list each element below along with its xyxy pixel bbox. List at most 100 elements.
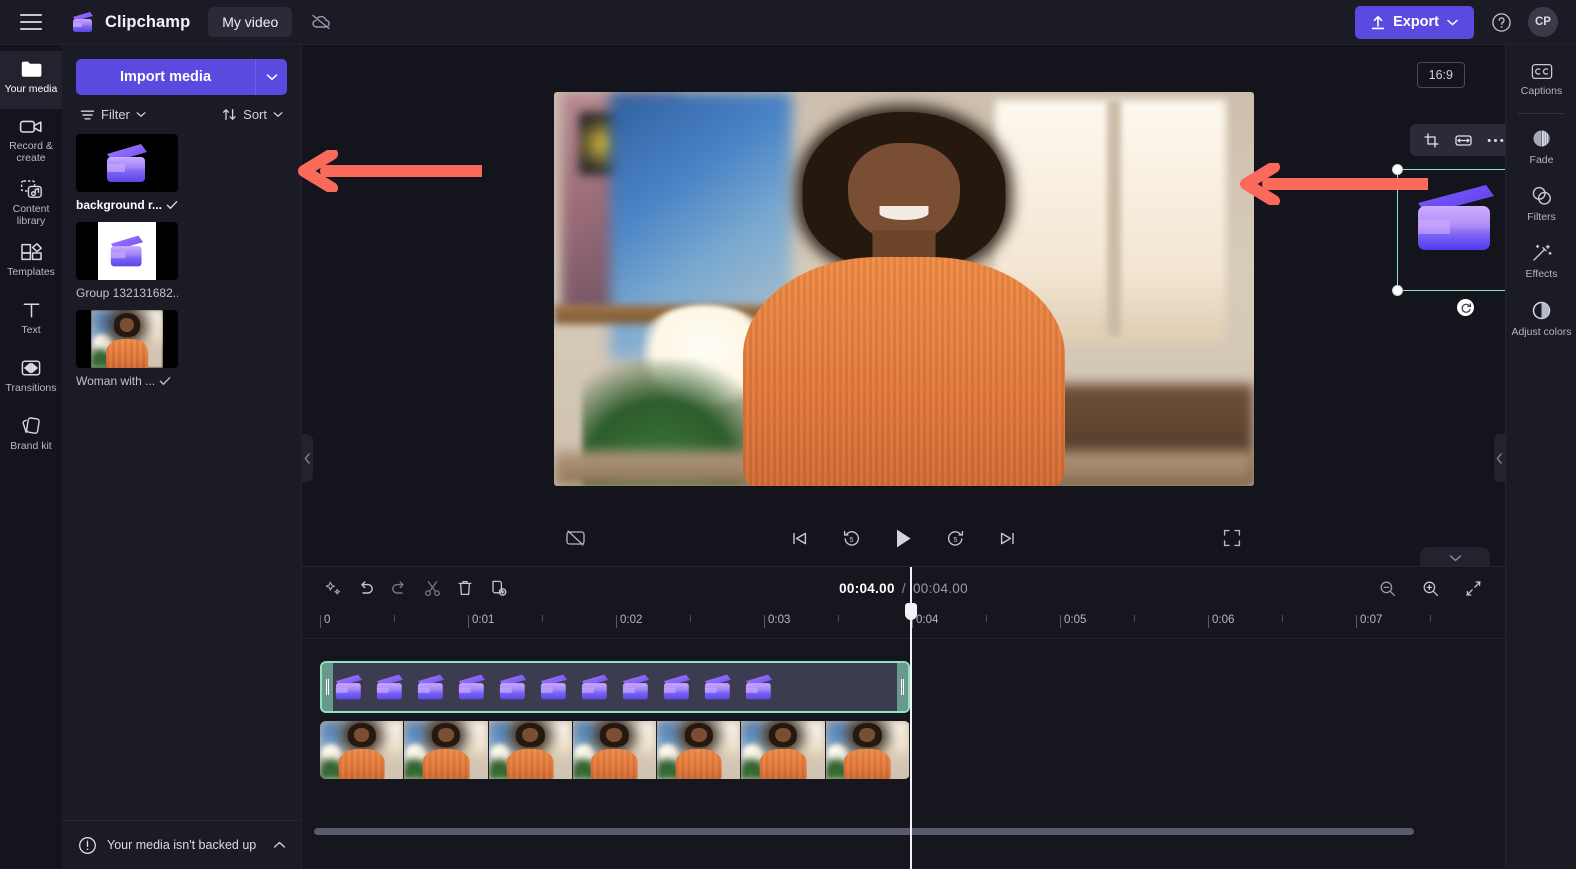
zoom-out-button[interactable] (1372, 573, 1402, 603)
rail-item-label: Captions (1520, 85, 1563, 97)
top-bar: Clipchamp My video Export CP (0, 0, 1576, 45)
help-circle-icon[interactable] (1488, 9, 1514, 35)
brand-name: Clipchamp (105, 12, 191, 31)
export-label: Export (1393, 14, 1439, 30)
timeline-toolbar: 00:04.00 / 00:04.00 (302, 567, 1505, 609)
chevron-down-icon (1447, 19, 1458, 26)
sidebar-item-templates[interactable]: Templates (0, 234, 62, 292)
table-row[interactable] (320, 721, 910, 779)
resize-handle-bottom-left[interactable] (1392, 285, 1403, 296)
trim-handle-left[interactable] (322, 663, 333, 711)
rail-divider (1518, 113, 1564, 114)
media-item-name: background r... (76, 198, 162, 212)
sidebar-item-label: Your media (4, 83, 58, 95)
text-icon (21, 300, 42, 320)
import-media-button[interactable]: Import media (76, 59, 255, 95)
fullscreen-button[interactable] (1217, 523, 1247, 553)
sidebar-item-label: Record & create (9, 140, 53, 164)
media-item-group[interactable]: Group 132131682... (76, 222, 178, 300)
rail-item-filters[interactable]: Filters (1506, 176, 1576, 233)
rail-item-adjust-colors[interactable]: Adjust colors (1506, 290, 1576, 348)
filter-button[interactable]: Filter (80, 107, 146, 122)
trim-handle-right[interactable] (897, 663, 908, 711)
clip-thumbnail (701, 672, 735, 702)
clip-thumbnail-strip (322, 663, 908, 711)
media-item-background[interactable]: background r... (76, 134, 178, 212)
zoom-in-icon (1422, 580, 1439, 597)
duplicate-button[interactable] (483, 573, 513, 603)
clip-thumbnail (572, 721, 658, 779)
avatar[interactable]: CP (1528, 7, 1558, 37)
brand: Clipchamp (70, 11, 190, 33)
undo-button[interactable] (351, 573, 381, 603)
clip-thumbnail (320, 721, 405, 779)
ruler-label: 0:02 (620, 614, 643, 626)
skip-to-start-button[interactable] (785, 523, 815, 553)
chevron-up-icon[interactable] (273, 841, 286, 849)
media-thumbnail-grid: background r... Group 132131682... Woman… (62, 130, 301, 392)
timeline-horizontal-scrollbar[interactable] (314, 828, 1414, 835)
timeline-ruler[interactable]: 0 0:01 0:02 0:03 0:04 0:05 0:06 0:07 (302, 609, 1505, 639)
clip-thumbnail (619, 672, 653, 702)
zoom-in-button[interactable] (1415, 573, 1445, 603)
rail-item-captions[interactable]: Captions (1506, 53, 1576, 107)
delete-button[interactable] (450, 573, 480, 603)
rail-item-effects[interactable]: Effects (1506, 233, 1576, 290)
cloud-off-icon[interactable] (306, 7, 336, 37)
split-button[interactable] (417, 573, 447, 603)
arrow-to-media-item (296, 150, 482, 192)
rail-item-fade[interactable]: Fade (1506, 118, 1576, 176)
chevron-down-icon (266, 73, 278, 81)
fade-icon (1531, 128, 1552, 149)
sort-button[interactable]: Sort (222, 107, 283, 122)
clip-thumbnail (742, 672, 776, 702)
backup-notice[interactable]: Your media isn't backed up (62, 820, 302, 869)
skip-to-end-button[interactable] (993, 523, 1023, 553)
hamburger-menu-icon[interactable] (20, 14, 42, 30)
sidebar-item-label: Content library (12, 203, 50, 227)
timecode-display: 00:04.00 / 00:04.00 (839, 581, 968, 596)
sidebar-item-record-create[interactable]: Record & create (0, 109, 62, 171)
media-thumbnail[interactable] (76, 134, 178, 192)
project-title-field[interactable]: My video (208, 7, 293, 37)
table-row[interactable] (320, 661, 910, 713)
media-thumbnail[interactable] (76, 222, 178, 280)
chevron-down-icon (136, 111, 146, 118)
right-properties-rail: Captions Fade Filters Effects Adjust col… (1505, 45, 1576, 869)
fit-timeline-button[interactable] (1458, 573, 1488, 603)
aspect-ratio-button[interactable]: 16:9 (1416, 62, 1465, 88)
crop-button[interactable] (1418, 128, 1444, 152)
forward-5s-button[interactable]: 5 (941, 523, 971, 553)
scissors-icon (424, 580, 441, 597)
fit-button[interactable] (1450, 128, 1476, 152)
redo-button[interactable] (384, 573, 414, 603)
clip-thumbnail (455, 672, 489, 702)
clip-thumbnail (488, 721, 573, 779)
sidebar-item-your-media[interactable]: Your media (0, 51, 62, 109)
library-icon (20, 179, 43, 199)
captions-toggle-button[interactable] (560, 523, 590, 553)
auto-compose-button[interactable] (318, 573, 348, 603)
filters-icon (1531, 186, 1553, 206)
timeline-zoom-controls (1372, 573, 1491, 603)
collapse-right-panel-button[interactable] (1494, 434, 1505, 482)
svg-text:5: 5 (850, 537, 854, 544)
sidebar-item-label: Templates (7, 266, 55, 278)
rotate-handle-icon[interactable] (1457, 299, 1474, 316)
sidebar-item-content-library[interactable]: Content library (0, 171, 62, 234)
undo-icon (357, 580, 375, 596)
playback-bar: 5 5 (302, 513, 1505, 563)
collapse-left-panel-button[interactable] (302, 434, 313, 482)
sidebar-item-brand-kit[interactable]: Brand kit (0, 408, 62, 466)
ruler-label: 0:04 (916, 614, 939, 626)
media-thumbnail[interactable] (76, 310, 178, 368)
import-media-dropdown-button[interactable] (255, 59, 287, 95)
video-preview[interactable] (554, 92, 1254, 486)
export-button[interactable]: Export (1355, 5, 1474, 39)
sidebar-item-text[interactable]: Text (0, 292, 62, 350)
play-button[interactable] (889, 523, 919, 553)
rewind-5-icon: 5 (842, 529, 861, 548)
rewind-5s-button[interactable]: 5 (837, 523, 867, 553)
sidebar-item-transitions[interactable]: Transitions (0, 350, 62, 408)
media-item-woman-video[interactable]: Woman with ... (76, 310, 178, 388)
